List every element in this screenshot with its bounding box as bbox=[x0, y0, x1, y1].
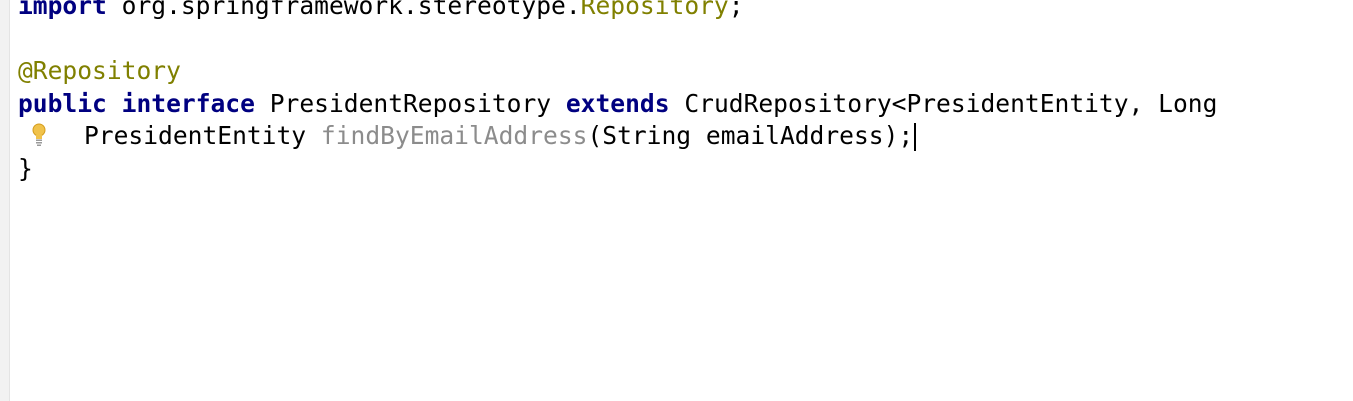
interface-name: PresidentRepository bbox=[269, 89, 552, 118]
extends-keyword: extends bbox=[565, 89, 670, 118]
method-declaration-line: PresidentEntity findByEmailAddress(Strin… bbox=[84, 120, 917, 152]
public-keyword: public bbox=[18, 89, 107, 118]
import-keyword: import bbox=[18, 0, 107, 20]
repository-annotation: @Repository bbox=[18, 56, 181, 85]
method-name: findByEmailAddress bbox=[320, 121, 588, 150]
closing-brace: } bbox=[18, 154, 33, 183]
import-package: org.springframework.stereotype. bbox=[106, 0, 581, 20]
code-area[interactable]: import org.springframework.stereotype.Re… bbox=[18, 0, 1353, 401]
text-caret bbox=[914, 123, 917, 151]
method-return-type: PresidentEntity bbox=[84, 121, 307, 150]
interface-declaration-line: public interface PresidentRepository ext… bbox=[18, 88, 1217, 120]
interface-keyword: interface bbox=[121, 89, 255, 118]
code-editor[interactable]: import org.springframework.stereotype.Re… bbox=[0, 0, 1353, 401]
method-params: (String emailAddress); bbox=[587, 121, 914, 150]
import-class-name: Repository bbox=[580, 0, 729, 20]
import-terminator: ; bbox=[728, 0, 744, 20]
supertype: CrudRepository<PresidentEntity, Long bbox=[684, 89, 1218, 118]
import-line: import org.springframework.stereotype.Re… bbox=[18, 0, 744, 22]
editor-gutter bbox=[0, 0, 10, 401]
